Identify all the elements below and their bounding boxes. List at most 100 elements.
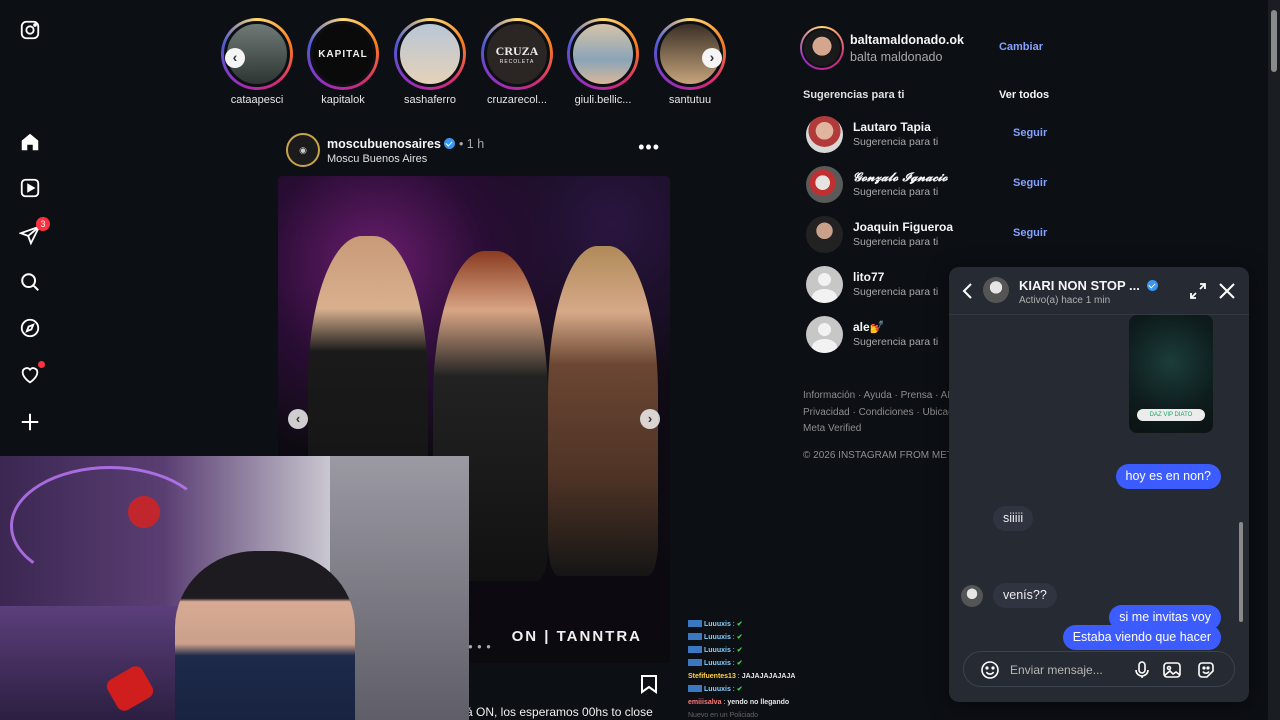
follow-button[interactable]: Seguir bbox=[1013, 127, 1047, 139]
create-icon[interactable] bbox=[18, 410, 42, 434]
message-bubble-sent: hoy es en non? bbox=[1115, 464, 1221, 489]
reels-icon[interactable] bbox=[18, 176, 42, 200]
suggestion-name[interactable]: Lautaro Tapia bbox=[853, 120, 931, 134]
save-bookmark-icon[interactable] bbox=[640, 674, 658, 694]
dm-contact-avatar[interactable] bbox=[983, 277, 1009, 303]
dm-contact[interactable]: KIARI NON STOP ... bbox=[1019, 278, 1158, 293]
current-user-fullname: balta maldonado bbox=[850, 50, 943, 64]
page-scrollbar-thumb[interactable] bbox=[1271, 10, 1277, 72]
story-username: cruzarecol... bbox=[487, 94, 547, 106]
follow-button[interactable]: Seguir bbox=[1013, 177, 1047, 189]
suggestion-subtitle: Sugerencia para ti bbox=[853, 336, 939, 348]
suggestion-subtitle: Sugerencia para ti bbox=[853, 236, 939, 248]
close-icon[interactable] bbox=[1217, 281, 1237, 301]
suggestion-subtitle: Sugerencia para ti bbox=[853, 136, 939, 148]
more-options-icon[interactable]: ••• bbox=[638, 137, 660, 158]
footer-line[interactable]: Información · Ayuda · Prensa · API bbox=[803, 388, 953, 405]
current-username[interactable]: baltamaldonado.ok bbox=[850, 33, 964, 47]
webcam-overlay bbox=[0, 456, 469, 720]
story-logo-subtext: RECOLETA bbox=[499, 58, 535, 65]
current-user: baltamaldonado.ok balta maldonado Cambia… bbox=[800, 26, 1045, 70]
chat-line: Luuuxis : ✔ bbox=[688, 644, 950, 657]
post-header: ◉ moscubuenosaires • 1 h Moscu Buenos Air… bbox=[286, 133, 670, 169]
story-username: cataapesci bbox=[230, 94, 284, 106]
story-avatar bbox=[397, 21, 463, 87]
current-user-avatar[interactable] bbox=[800, 26, 844, 70]
messages-icon[interactable]: 3 bbox=[18, 217, 50, 247]
stream-chat-overlay: Luuuxis : ✔ Luuuxis : ✔ Luuuxis : ✔ Luuu… bbox=[688, 618, 950, 720]
story-username: kapitalok bbox=[321, 94, 365, 106]
message-input[interactable] bbox=[1010, 660, 1130, 680]
message-composer bbox=[963, 651, 1235, 687]
suggestion-item: 𝓖𝓸𝓷𝔃𝓪𝓵𝓸 𝓘𝓰𝓷𝓪𝓬𝓲𝓸 Sugerencia para ti Segui… bbox=[806, 166, 1047, 204]
suggestions-title: Sugerencias para ti bbox=[803, 89, 905, 101]
chat-line: Stefifuentes13 : JAJAJAJAJAJA bbox=[688, 673, 796, 680]
story-item[interactable]: CRUZA RECOLETA cruzarecol... bbox=[480, 18, 554, 106]
post-author-avatar[interactable]: ◉ bbox=[286, 133, 320, 167]
explore-icon[interactable] bbox=[18, 316, 42, 340]
messages-badge: 3 bbox=[36, 217, 50, 231]
stories-prev-button[interactable]: ‹ bbox=[225, 48, 245, 68]
post-username[interactable]: moscubuenosaires bbox=[327, 137, 441, 151]
chat-line: Luuuxis : ✔ bbox=[688, 657, 950, 670]
image-watermark: ON | TANNTRA bbox=[511, 628, 642, 645]
story-item[interactable]: sashaferro bbox=[393, 18, 467, 106]
default-avatar-icon[interactable] bbox=[806, 316, 843, 353]
carousel-dots: ● ● ● bbox=[468, 642, 492, 651]
post-location[interactable]: Moscu Buenos Aires bbox=[327, 153, 427, 165]
suggestion-name[interactable]: ale💅 bbox=[853, 320, 885, 334]
emoji-icon[interactable] bbox=[980, 660, 1000, 680]
message-bubble-sent: si me invitas voy bbox=[1109, 605, 1221, 630]
suggestion-avatar[interactable] bbox=[806, 116, 843, 153]
image-icon[interactable] bbox=[1162, 660, 1182, 680]
dm-header: KIARI NON STOP ... Activo(a) hace 1 min bbox=[949, 267, 1249, 315]
back-arrow-icon[interactable] bbox=[961, 282, 975, 300]
desvio-sign bbox=[128, 496, 160, 528]
suggestion-avatar[interactable] bbox=[806, 216, 843, 253]
carousel-prev-button[interactable]: ‹ bbox=[288, 409, 308, 429]
expand-icon[interactable] bbox=[1189, 282, 1207, 300]
suggestion-avatar[interactable] bbox=[806, 166, 843, 203]
footer-line[interactable]: Meta Verified bbox=[803, 421, 953, 438]
dm-scrollbar-thumb[interactable] bbox=[1239, 522, 1243, 622]
message-bubble-received: siiiii bbox=[993, 506, 1034, 531]
copyright: © 2026 INSTAGRAM FROM META bbox=[803, 450, 953, 461]
story-username: santutuu bbox=[668, 94, 712, 106]
verified-badge-icon bbox=[1146, 280, 1158, 291]
shared-story-card[interactable]: DAZ VIP DIATO bbox=[1129, 315, 1213, 433]
follow-button[interactable]: Seguir bbox=[1013, 227, 1047, 239]
microphone-icon[interactable] bbox=[1132, 660, 1152, 680]
suggestion-item: Lautaro Tapia Sugerencia para ti Seguir bbox=[806, 116, 1047, 154]
stories-next-button[interactable]: › bbox=[702, 48, 722, 68]
post-time: • 1 h bbox=[458, 137, 485, 151]
switch-account-button[interactable]: Cambiar bbox=[999, 41, 1043, 53]
neon-light bbox=[10, 466, 210, 586]
see-all-button[interactable]: Ver todos bbox=[999, 89, 1049, 101]
footer-line[interactable]: Privacidad · Condiciones · Ubicaci bbox=[803, 405, 953, 422]
story-card-tag: DAZ VIP DIATO bbox=[1137, 409, 1205, 421]
story-logo-text: KAPITAL bbox=[318, 48, 368, 60]
sticker-icon[interactable] bbox=[1196, 660, 1216, 680]
chat-line: Luuuxis : ✔ bbox=[688, 618, 950, 631]
home-icon[interactable] bbox=[18, 130, 42, 154]
chat-line: Luuuxis : ✔ bbox=[688, 631, 950, 644]
post-author: moscubuenosaires • 1 h bbox=[327, 137, 484, 151]
story-username: sashaferro bbox=[404, 94, 456, 106]
chat-line: emiiisalva : yendo no llegando bbox=[688, 699, 790, 706]
direct-message-popup: KIARI NON STOP ... Activo(a) hace 1 min … bbox=[949, 267, 1249, 702]
story-avatar: KAPITAL bbox=[310, 21, 376, 87]
photo-subject bbox=[548, 246, 658, 576]
suggestion-name[interactable]: Joaquin Figueroa bbox=[853, 220, 953, 234]
default-avatar-icon[interactable] bbox=[806, 266, 843, 303]
suggestion-name[interactable]: lito77 bbox=[853, 270, 884, 284]
suggestion-name[interactable]: 𝓖𝓸𝓷𝔃𝓪𝓵𝓸 𝓘𝓰𝓷𝓪𝓬𝓲𝓸 bbox=[853, 170, 948, 185]
search-icon[interactable] bbox=[18, 270, 42, 294]
instagram-logo-icon[interactable] bbox=[18, 18, 42, 42]
page-scrollbar[interactable] bbox=[1268, 0, 1280, 720]
carousel-next-button[interactable]: › bbox=[640, 409, 660, 429]
story-item[interactable]: giuli.bellic... bbox=[566, 18, 640, 106]
post-caption: á ON, los esperamos 00hs to close bbox=[466, 705, 653, 719]
notification-dot bbox=[38, 361, 45, 368]
story-item[interactable]: KAPITAL kapitalok bbox=[306, 18, 380, 106]
notifications-icon[interactable] bbox=[18, 361, 45, 387]
